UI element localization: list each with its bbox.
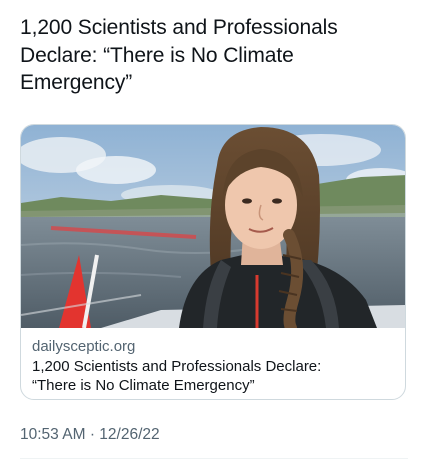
link-preview-card[interactable]: dailysceptic.org 1,200 Scientists and Pr… — [20, 124, 406, 400]
tweet-date[interactable]: 12/26/22 — [99, 426, 159, 443]
divider — [20, 458, 408, 459]
card-image[interactable] — [21, 125, 406, 328]
card-title-line-1: 1,200 Scientists and Professionals Decla… — [32, 358, 322, 375]
timestamp-separator: · — [89, 426, 95, 443]
card-title: 1,200 Scientists and Professionals Decla… — [32, 357, 398, 395]
card-domain: dailysceptic.org — [32, 338, 136, 355]
card-title-line-2: “There is No Climate Emergency” — [32, 377, 255, 394]
tweet-timestamp[interactable]: 10:53 AM · 12/26/22 — [20, 426, 160, 444]
tweet-text: 1,200 Scientists and Professionals Decla… — [20, 14, 410, 97]
tweet-text-line-3: Emergency” — [20, 71, 133, 94]
tweet-text-line-1: 1,200 Scientists and Professionals — [20, 16, 338, 39]
tweet-text-line-2: Declare: “There is No Climate — [20, 43, 294, 67]
card-meta[interactable]: dailysceptic.org 1,200 Scientists and Pr… — [32, 337, 398, 395]
tweet-time[interactable]: 10:53 AM — [20, 426, 86, 443]
